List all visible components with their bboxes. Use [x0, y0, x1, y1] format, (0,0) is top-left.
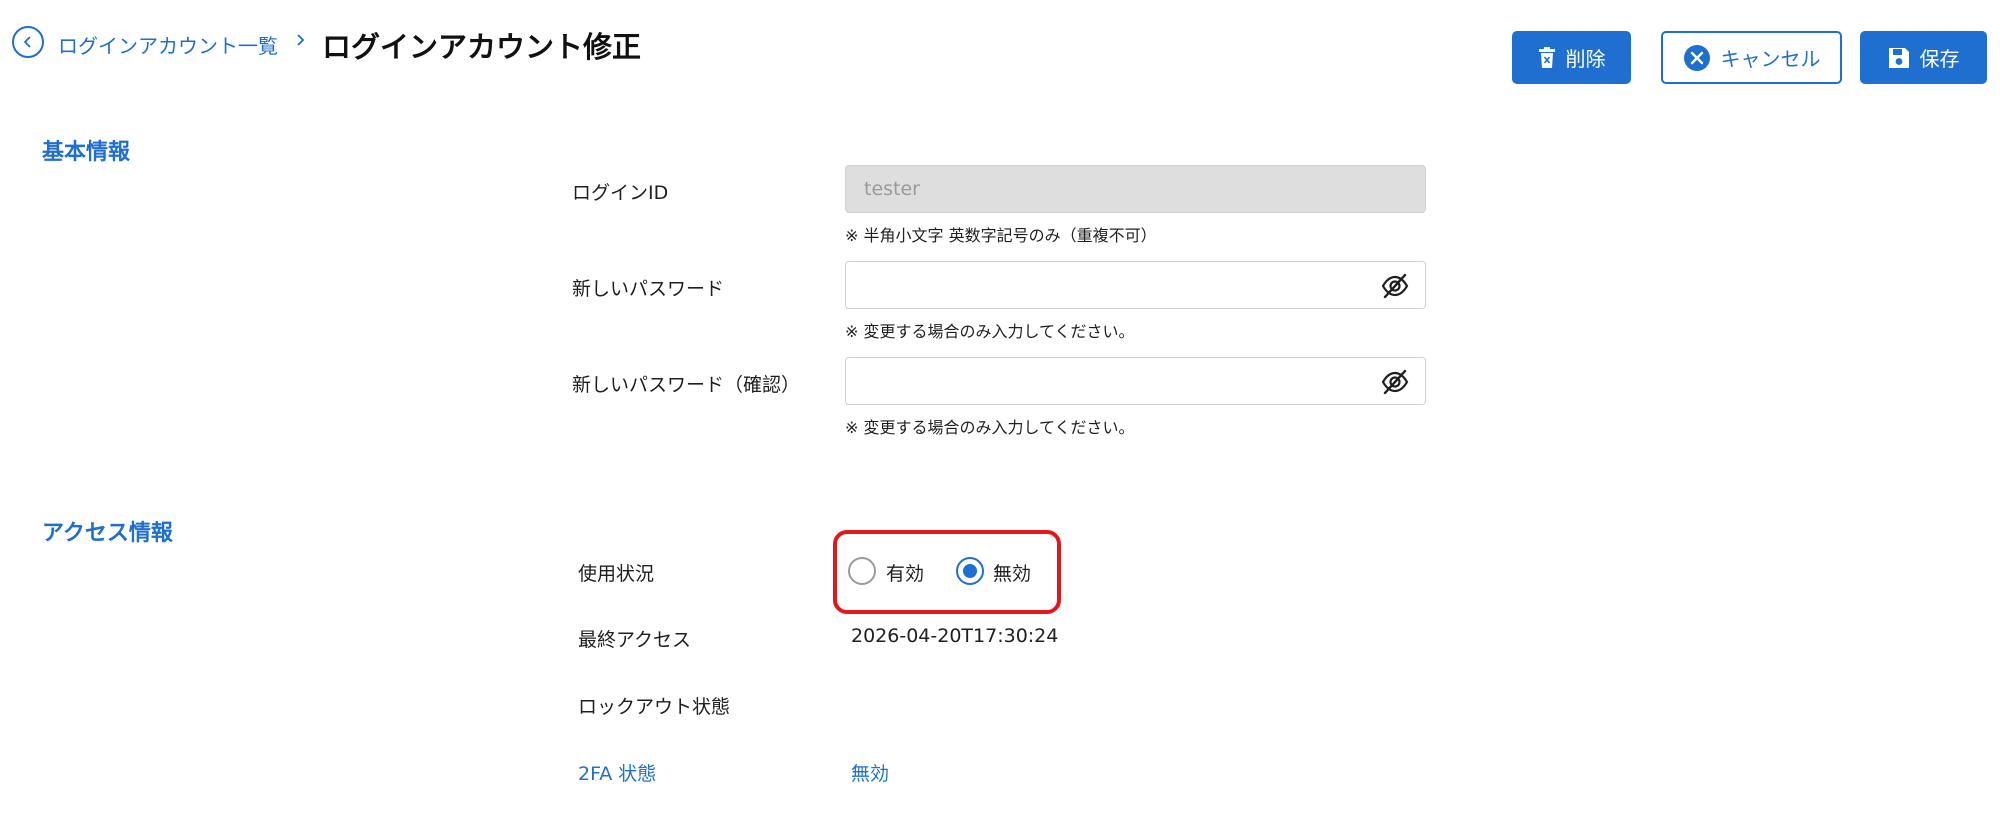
breadcrumb-parent-link[interactable]: ログインアカウント一覧 [58, 30, 278, 59]
confirm-password-input[interactable] [845, 357, 1426, 405]
twofa-status-label[interactable]: 2FA 状態 [578, 759, 656, 786]
x-circle-icon [1683, 44, 1710, 71]
usage-status-label: 使用状況 [578, 563, 655, 585]
delete-button[interactable]: 削除 [1512, 31, 1631, 84]
usage-status-option-disabled[interactable]: 無効 [993, 559, 1031, 586]
new-password-hint: ※ 変更する場合のみ入力してください。 [845, 322, 1135, 341]
new-password-label: 新しいパスワード [572, 278, 725, 300]
cancel-button[interactable]: キャンセル [1661, 31, 1842, 84]
eye-slash-icon[interactable] [1381, 368, 1409, 396]
login-id-value: tester [864, 178, 920, 200]
login-id-input: tester [845, 165, 1426, 213]
new-password-input[interactable] [845, 261, 1426, 309]
save-button-label: 保存 [1919, 47, 1960, 71]
last-access-value: 2026-04-20T17:30:24 [851, 625, 1059, 647]
chevron-right-icon [296, 32, 306, 52]
eye-slash-icon[interactable] [1381, 272, 1409, 300]
usage-status-option-enabled[interactable]: 有効 [886, 559, 924, 586]
lockout-status-label: ロックアウト状態 [578, 696, 731, 718]
confirm-password-hint: ※ 変更する場合のみ入力してください。 [845, 418, 1135, 437]
last-access-label: 最終アクセス [578, 629, 692, 651]
page-title: ログインアカウント修正 [322, 30, 642, 64]
trash-icon [1538, 46, 1555, 68]
twofa-status-value[interactable]: 無効 [851, 759, 889, 786]
floppy-disk-icon [1888, 47, 1909, 68]
delete-button-label: 削除 [1565, 47, 1606, 71]
login-id-label: ログインID [572, 182, 669, 204]
back-button[interactable] [12, 26, 44, 58]
access-info-section-title: アクセス情報 [42, 521, 173, 546]
save-button[interactable]: 保存 [1860, 31, 1987, 84]
login-id-hint: ※ 半角小文字 英数字記号のみ（重複不可） [845, 226, 1157, 245]
chevron-left-icon [23, 36, 31, 48]
usage-status-radio-enabled[interactable] [848, 557, 876, 585]
cancel-button-label: キャンセル [1720, 47, 1821, 71]
basic-info-section-title: 基本情報 [42, 140, 131, 165]
confirm-password-label: 新しいパスワード（確認） [572, 374, 801, 396]
usage-status-radio-disabled[interactable] [956, 557, 984, 585]
